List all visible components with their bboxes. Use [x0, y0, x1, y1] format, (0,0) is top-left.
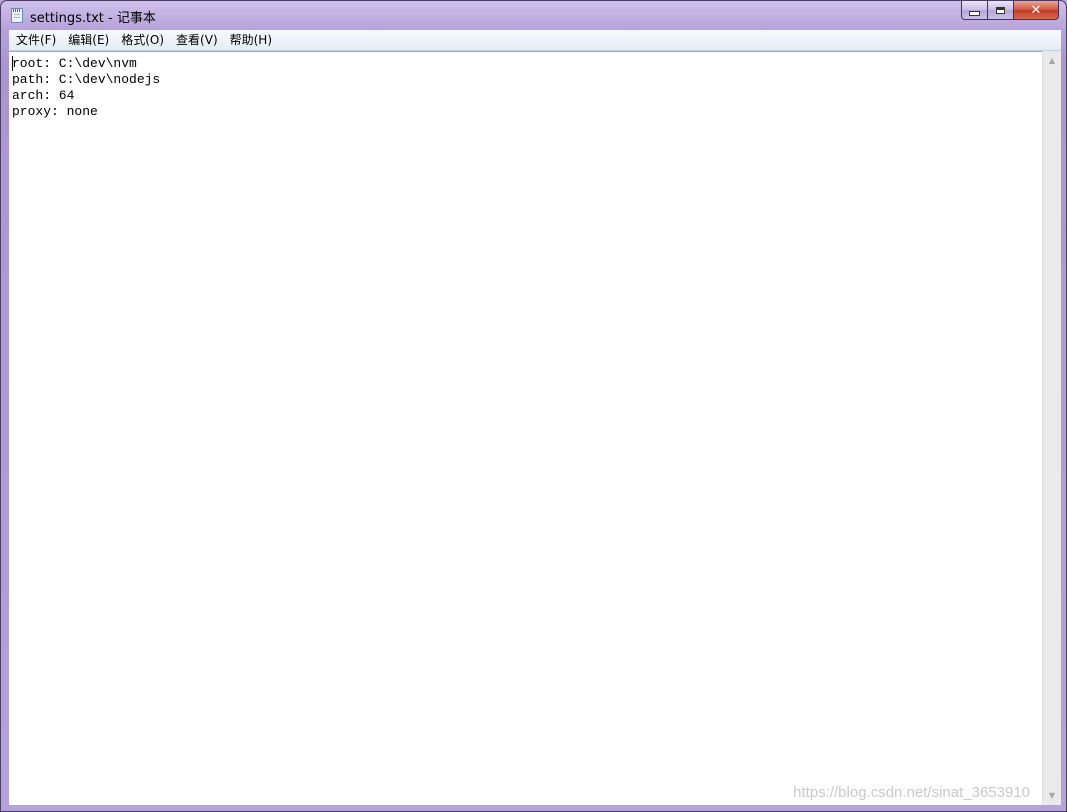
- notepad-icon[interactable]: [11, 8, 23, 23]
- editor-content: root: C:\dev\nvm path: C:\dev\nodejs arc…: [12, 56, 160, 120]
- editor-line: root: C:\dev\nvm: [12, 56, 137, 71]
- menu-bar: 文件(F) 编辑(E) 格式(O) 查看(V) 帮助(H): [9, 30, 1061, 51]
- editor-line: path: C:\dev\nodejs: [12, 72, 161, 87]
- menu-file[interactable]: 文件(F): [11, 31, 61, 49]
- close-button[interactable]: ✕: [1014, 1, 1059, 20]
- menu-format[interactable]: 格式(O): [116, 31, 169, 49]
- watermark-text: https://blog.csdn.net/sinat_3653910: [793, 784, 1030, 801]
- menu-view[interactable]: 查看(V): [171, 31, 223, 49]
- maximize-icon: [996, 6, 1005, 14]
- title-bar[interactable]: settings.txt - 记事本 ✕: [1, 1, 1066, 30]
- notepad-window: settings.txt - 记事本 ✕ 文件(F) 编辑(E) 格式(O) 查…: [0, 0, 1067, 812]
- window-title: settings.txt - 记事本: [30, 11, 156, 26]
- menu-help[interactable]: 帮助(H): [225, 31, 277, 49]
- vertical-scrollbar[interactable]: ▲ ▼: [1042, 51, 1061, 805]
- menu-edit[interactable]: 编辑(E): [63, 31, 114, 49]
- text-editor-area[interactable]: root: C:\dev\nvm path: C:\dev\nodejs arc…: [9, 51, 1042, 805]
- close-icon: ✕: [1030, 2, 1042, 18]
- minimize-button[interactable]: [961, 1, 988, 20]
- editor-line: proxy: none: [12, 104, 98, 119]
- minimize-icon: [969, 10, 980, 16]
- maximize-button[interactable]: [988, 1, 1014, 20]
- scroll-down-arrow-icon[interactable]: ▼: [1043, 787, 1061, 804]
- caption-buttons: ✕: [961, 1, 1059, 21]
- scroll-up-arrow-icon[interactable]: ▲: [1043, 52, 1061, 69]
- editor-line: arch: 64: [12, 88, 75, 103]
